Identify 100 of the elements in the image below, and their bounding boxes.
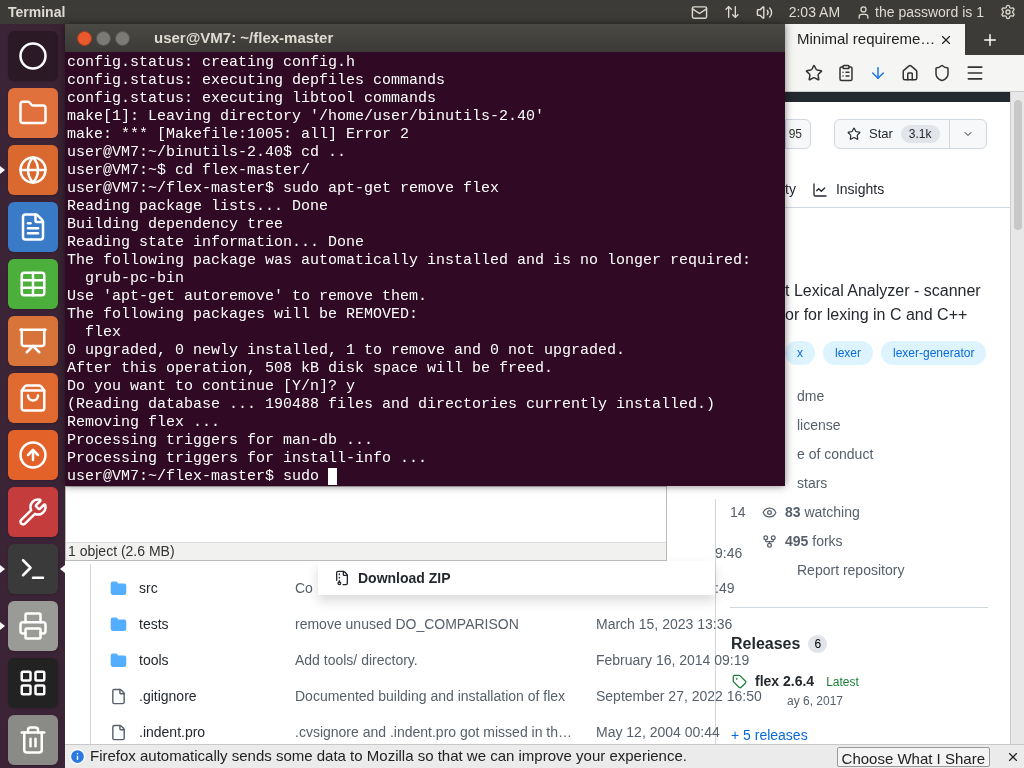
repo-stat[interactable]: 83 watching bbox=[785, 502, 860, 523]
folder-icon bbox=[110, 651, 127, 669]
volume-icon[interactable] bbox=[755, 3, 773, 21]
folder-icon bbox=[110, 579, 127, 597]
sidebar-link[interactable]: stars bbox=[797, 473, 828, 494]
folder-icon[interactable] bbox=[7, 88, 58, 139]
date-fragment: 9:46 bbox=[715, 544, 743, 563]
sidebar-link[interactable]: dme bbox=[797, 386, 825, 407]
download-icon[interactable] bbox=[869, 64, 887, 82]
network-icon[interactable] bbox=[723, 4, 740, 20]
dash-icon[interactable] bbox=[7, 31, 58, 82]
commit-message[interactable]: .cvsignore and .indent.pro got missed in th… bbox=[295, 721, 596, 743]
terminal-line: Building dependency tree bbox=[67, 216, 285, 234]
terminal-line: The following package was automatically installed and is no longer required: bbox=[67, 252, 753, 270]
zip-file-icon bbox=[334, 570, 350, 586]
terminal-line: Processing triggers for man-db ... bbox=[67, 432, 375, 450]
fork-icon bbox=[762, 534, 777, 549]
file-name[interactable]: .indent.pro bbox=[139, 721, 295, 743]
bookmarks-list-icon[interactable] bbox=[837, 64, 855, 82]
tag-icon bbox=[732, 674, 747, 689]
commit-date: March 15, 2023 13:36 bbox=[596, 614, 733, 634]
presentation-icon[interactable] bbox=[7, 316, 58, 367]
date-fragment: 14 bbox=[730, 503, 747, 522]
bookmark-star-icon[interactable] bbox=[805, 64, 823, 82]
terminal-line: 0 upgraded, 0 newly installed, 1 to remove and 0 not upgraded. bbox=[67, 342, 627, 360]
terminal-line: user@VM7:~/binutils-2.40$ cd .. bbox=[67, 144, 348, 162]
file-name[interactable]: .gitignore bbox=[139, 685, 295, 707]
chart-icon bbox=[811, 181, 828, 198]
file-name[interactable]: tools bbox=[139, 649, 295, 671]
terminal-line: config.status: executing depfiles commands bbox=[67, 72, 447, 90]
mail-icon[interactable] bbox=[690, 3, 708, 21]
insights-tab[interactable]: Insights bbox=[811, 179, 885, 200]
settings-icon[interactable] bbox=[1000, 4, 1016, 20]
sidebar-link[interactable]: e of conduct bbox=[797, 444, 874, 465]
document-icon[interactable] bbox=[7, 202, 58, 253]
terminal-line: flex bbox=[84, 324, 122, 342]
file-name[interactable]: src bbox=[139, 577, 295, 599]
star-button[interactable]: Star 3.1k bbox=[834, 119, 987, 149]
minimize-button[interactable] bbox=[96, 30, 111, 46]
more-releases-link[interactable]: + 5 releases bbox=[731, 727, 808, 743]
shopping-bag-icon[interactable] bbox=[7, 373, 58, 423]
terminal-line: (Reading database ... 190488 files and directories currently installed.) bbox=[67, 396, 717, 414]
terminal-line: After this operation, 508 kB disk space will be freed. bbox=[67, 360, 555, 378]
releases-count: 6 bbox=[808, 635, 828, 653]
nav-tab[interactable]: ty bbox=[785, 179, 796, 200]
terminal-line: Removing flex ... bbox=[67, 414, 222, 432]
topic-tag[interactable]: lexer-generator bbox=[881, 341, 987, 365]
spreadsheet-icon[interactable] bbox=[7, 259, 58, 310]
terminal-line: Processing triggers for install-info ... bbox=[67, 450, 429, 468]
topic-tag[interactable]: lexer bbox=[823, 341, 873, 365]
commit-date: :49 bbox=[715, 578, 735, 598]
clock[interactable]: 2:03 AM bbox=[788, 1, 841, 23]
download-zip-item[interactable]: Download ZIP bbox=[334, 567, 451, 589]
terminal-line: user@VM7:~/flex-master$ sudo apt-get remove flex bbox=[67, 180, 501, 198]
info-icon bbox=[69, 748, 86, 765]
eye-icon bbox=[762, 505, 777, 520]
terminal-line: make[1]: Leaving directory '/home/user/binutils-2.40' bbox=[67, 108, 546, 126]
terminal-line: The following packages will be REMOVED: bbox=[67, 306, 420, 324]
terminal-prompt: user@VM7:~/flex-master$ sudo bbox=[67, 468, 321, 486]
commit-message[interactable]: Documented building and installation of flex bbox=[295, 685, 596, 707]
terminal-line: Reading package lists... Done bbox=[67, 198, 330, 216]
terminal-line: Use 'apt-get autoremove' to remove them. bbox=[67, 288, 429, 306]
file-name[interactable]: tests bbox=[139, 613, 295, 635]
scrollbar[interactable] bbox=[1010, 92, 1024, 744]
globe-icon[interactable] bbox=[7, 145, 58, 196]
wrench-icon[interactable] bbox=[7, 486, 58, 537]
new-tab-icon[interactable] bbox=[981, 31, 999, 49]
folder-icon bbox=[110, 615, 127, 633]
file-icon bbox=[110, 723, 127, 741]
topic-tag[interactable]: x bbox=[785, 341, 815, 365]
home-icon[interactable] bbox=[901, 64, 919, 82]
notification-message: Firefox automatically sends some data to Mozilla so that we can improve your experience. bbox=[90, 746, 687, 767]
menu-icon[interactable] bbox=[965, 63, 985, 83]
release-date: ay 6, 2017 bbox=[787, 693, 845, 710]
maximize-button[interactable] bbox=[115, 30, 130, 46]
repo-stat[interactable]: 495 forks bbox=[785, 531, 843, 552]
user-icon[interactable] bbox=[856, 4, 872, 20]
trash-icon[interactable] bbox=[7, 714, 58, 765]
choose-what-i-share-button[interactable]: Choose What I Share bbox=[836, 746, 990, 767]
commit-message[interactable]: remove unused DO_COMPARISON bbox=[295, 613, 596, 635]
terminal-icon[interactable] bbox=[7, 543, 58, 594]
status-text: 1 object (2.6 MB) bbox=[68, 542, 175, 561]
terminal-line: grub-pc-bin bbox=[84, 270, 186, 288]
workspaces-icon[interactable] bbox=[7, 657, 58, 708]
latest-label: Latest bbox=[826, 673, 859, 691]
star-count: 3.1k bbox=[900, 125, 940, 143]
commit-message[interactable]: Add tools/ directory. bbox=[295, 649, 596, 671]
sidebar-link[interactable]: license bbox=[797, 415, 841, 436]
printer-icon[interactable] bbox=[7, 600, 58, 651]
close-button[interactable] bbox=[77, 30, 92, 46]
fork-count[interactable]: 95 bbox=[785, 119, 811, 149]
terminal-line: Do you want to continue [Y/n]? y bbox=[67, 378, 357, 396]
terminal-line: config.status: executing libtool commands bbox=[67, 90, 438, 108]
update-icon[interactable] bbox=[7, 429, 58, 480]
browser-tab[interactable]: Minimal requireme… bbox=[785, 24, 965, 55]
terminal-line: Reading state information... Done bbox=[67, 234, 366, 252]
app-title: Terminal bbox=[8, 2, 66, 22]
user-name[interactable]: the password is 1 bbox=[875, 1, 984, 23]
sidebar-link[interactable]: Report repository bbox=[797, 560, 905, 581]
repo-description: or for lexing in C and C++ bbox=[785, 305, 969, 325]
